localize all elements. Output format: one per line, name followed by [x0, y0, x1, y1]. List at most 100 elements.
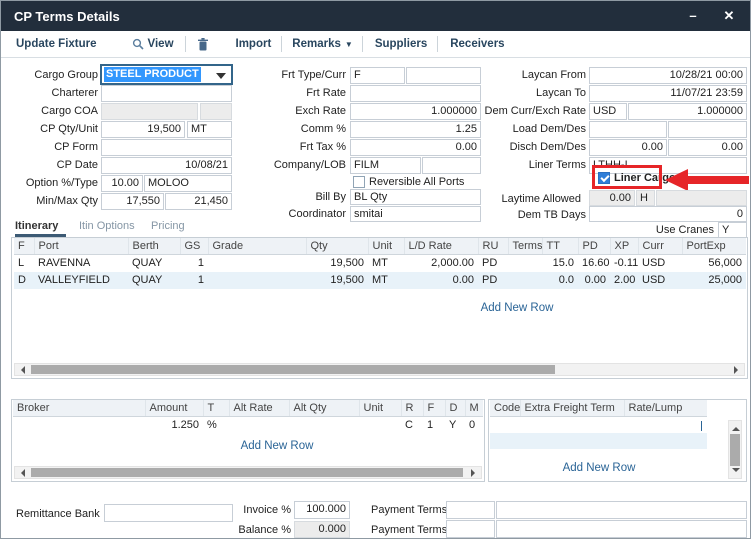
- table-cell[interactable]: %: [203, 417, 229, 434]
- column-header[interactable]: Alt Rate: [229, 400, 289, 417]
- scroll-down-icon[interactable]: [732, 468, 740, 476]
- broker-horizontal-scrollbar[interactable]: [14, 466, 482, 479]
- tab-itin-options[interactable]: Itin Options: [79, 219, 135, 233]
- table-cell[interactable]: 19,500: [306, 255, 368, 272]
- disch-dem-field[interactable]: 0.00: [589, 139, 667, 156]
- table-cell[interactable]: 1: [423, 417, 445, 434]
- table-cell[interactable]: D: [14, 272, 34, 289]
- minimize-icon[interactable]: –: [682, 7, 704, 25]
- cp-form-field[interactable]: [101, 139, 232, 156]
- table-cell[interactable]: [289, 417, 359, 434]
- column-header[interactable]: Terms: [508, 238, 542, 255]
- column-header[interactable]: Extra Freight Term: [520, 400, 624, 417]
- column-header[interactable]: GS: [180, 238, 208, 255]
- dem-exch-rate-field[interactable]: 1.000000: [628, 103, 747, 120]
- extra-freight-vertical-scrollbar[interactable]: [728, 420, 742, 479]
- payment-terms-desc-field[interactable]: [496, 520, 747, 538]
- table-cell[interactable]: [229, 417, 289, 434]
- table-cell[interactable]: QUAY: [128, 272, 180, 289]
- table-cell[interactable]: [508, 255, 542, 272]
- table-cell[interactable]: USD: [638, 255, 682, 272]
- table-cell[interactable]: 56,000: [682, 255, 746, 272]
- extra-freight-add-new-row-link[interactable]: Add New Row: [529, 462, 669, 474]
- table-cell[interactable]: 19,500: [306, 272, 368, 289]
- table-cell[interactable]: 25,000: [682, 272, 746, 289]
- table-cell[interactable]: 0: [465, 417, 483, 434]
- dem-tb-days-field[interactable]: 0: [589, 206, 747, 222]
- column-header[interactable]: M: [465, 400, 483, 417]
- option-type-field[interactable]: MOLOO: [144, 175, 232, 192]
- table-cell[interactable]: [359, 417, 401, 434]
- column-header[interactable]: Broker: [13, 400, 145, 417]
- broker-add-new-row-link[interactable]: Add New Row: [202, 440, 352, 452]
- table-cell[interactable]: [520, 417, 624, 433]
- scroll-right-icon[interactable]: [471, 469, 479, 477]
- min-qty-field[interactable]: 17,550: [101, 193, 164, 210]
- column-header[interactable]: Grade: [208, 238, 306, 255]
- column-header[interactable]: PD: [578, 238, 610, 255]
- column-header[interactable]: XP: [610, 238, 638, 255]
- column-header[interactable]: Unit: [359, 400, 401, 417]
- tab-itinerary[interactable]: Itinerary: [15, 219, 58, 233]
- laycan-to-field[interactable]: 11/07/21 23:59: [589, 85, 747, 102]
- column-header[interactable]: D: [445, 400, 465, 417]
- table-cell[interactable]: PD: [478, 255, 508, 272]
- payment-terms-desc-field[interactable]: [496, 501, 747, 519]
- load-des-field[interactable]: [668, 121, 747, 138]
- use-cranes-field[interactable]: Y: [718, 222, 747, 238]
- itinerary-horizontal-scrollbar[interactable]: [14, 363, 745, 376]
- table-row[interactable]: [490, 417, 707, 433]
- table-cell[interactable]: 0.0: [542, 272, 578, 289]
- column-header[interactable]: Amount: [145, 400, 203, 417]
- column-header[interactable]: Rate/Lump: [624, 400, 707, 417]
- column-header[interactable]: L/D Rate: [404, 238, 478, 255]
- itinerary-scrollbar-thumb[interactable]: [31, 365, 555, 374]
- cp-unit-field[interactable]: MT: [187, 121, 232, 138]
- table-cell[interactable]: -0.11: [610, 255, 638, 272]
- column-header[interactable]: Alt Qty: [289, 400, 359, 417]
- remarks-button[interactable]: Remarks ▼: [292, 38, 353, 50]
- table-cell[interactable]: 0.00: [404, 272, 478, 289]
- column-header[interactable]: Unit: [368, 238, 404, 255]
- suppliers-button[interactable]: Suppliers: [375, 38, 427, 50]
- option-pct-field[interactable]: 10.00: [101, 175, 143, 192]
- load-dem-field[interactable]: [589, 121, 667, 138]
- table-cell[interactable]: 16.60: [578, 255, 610, 272]
- close-icon[interactable]: ✕: [718, 7, 740, 25]
- itinerary-add-new-row-link[interactable]: Add New Row: [432, 302, 602, 314]
- table-row[interactable]: LRAVENNAQUAY119,500MT2,000.00PD15.016.60…: [14, 255, 746, 272]
- table-cell[interactable]: [13, 417, 145, 434]
- column-header[interactable]: RU: [478, 238, 508, 255]
- table-cell[interactable]: 1: [180, 272, 208, 289]
- table-row[interactable]: DVALLEYFIELDQUAY119,500MT0.00PD0.00.002.…: [14, 272, 746, 289]
- table-row[interactable]: [490, 433, 707, 449]
- table-cell[interactable]: MT: [368, 255, 404, 272]
- table-cell[interactable]: MT: [368, 272, 404, 289]
- frt-type-field[interactable]: F: [350, 67, 405, 84]
- scroll-right-icon[interactable]: [734, 366, 742, 374]
- column-header[interactable]: Berth: [128, 238, 180, 255]
- table-cell[interactable]: L: [14, 255, 34, 272]
- column-header[interactable]: Code: [490, 400, 520, 417]
- column-header[interactable]: Port: [34, 238, 128, 255]
- scroll-up-icon[interactable]: [732, 423, 740, 431]
- table-cell[interactable]: 1: [180, 255, 208, 272]
- table-cell[interactable]: [624, 417, 707, 433]
- disch-des-field[interactable]: 0.00: [668, 139, 747, 156]
- column-header[interactable]: PortExp: [682, 238, 746, 255]
- table-cell[interactable]: [208, 255, 306, 272]
- scroll-left-icon[interactable]: [17, 366, 25, 374]
- cp-date-field[interactable]: 10/08/21: [101, 157, 232, 174]
- column-header[interactable]: R: [401, 400, 423, 417]
- cargo-coa-field[interactable]: [101, 103, 198, 120]
- broker-scrollbar-thumb[interactable]: [31, 468, 463, 477]
- column-header[interactable]: F: [14, 238, 34, 255]
- table-cell[interactable]: 2,000.00: [404, 255, 478, 272]
- table-cell[interactable]: 15.0: [542, 255, 578, 272]
- laytime-extra-field[interactable]: [656, 190, 747, 206]
- import-button[interactable]: Import: [236, 38, 272, 50]
- invoice-pct-field[interactable]: 100.000: [294, 501, 350, 519]
- company-field[interactable]: FILM: [350, 157, 421, 174]
- table-row[interactable]: 1.250%C1Y0: [13, 417, 483, 434]
- view-button[interactable]: View: [132, 38, 174, 50]
